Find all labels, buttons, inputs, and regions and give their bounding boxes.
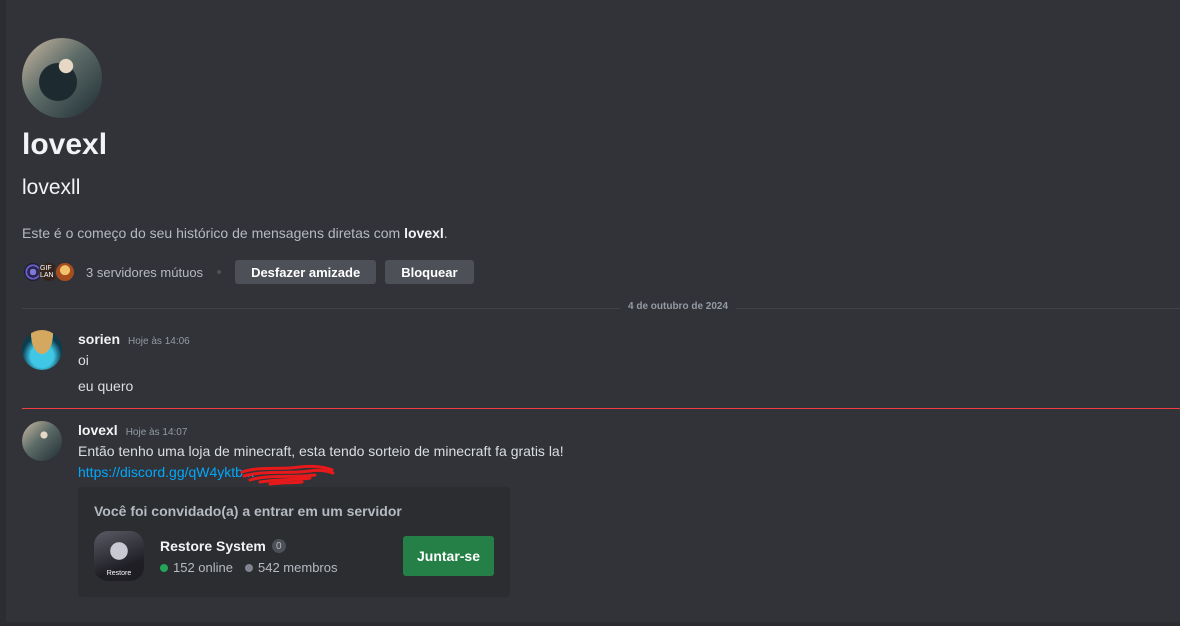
- redaction-scribble: [240, 464, 335, 486]
- avatar[interactable]: [22, 330, 62, 370]
- intro-suffix: .: [443, 225, 448, 241]
- separator-dot: [217, 270, 222, 274]
- server-invite-card: Você foi convidado(a) a entrar em um ser…: [78, 487, 510, 597]
- server-icon-text: Restore: [106, 570, 132, 577]
- message-author[interactable]: lovexl: [78, 422, 118, 438]
- message-header: sorien Hoje às 14:06: [78, 331, 190, 347]
- server-name-row: Restore System 0: [160, 538, 286, 554]
- message-author[interactable]: sorien: [78, 331, 120, 347]
- date-divider-label: 4 de outubro de 2024: [620, 301, 737, 312]
- online-count: 152 online: [173, 560, 233, 575]
- block-button[interactable]: Bloquear: [385, 260, 474, 284]
- date-divider-line: [22, 308, 1180, 309]
- message-timestamp: Hoje às 14:06: [128, 336, 190, 347]
- online-dot-icon: [160, 563, 168, 572]
- server-character-icon[interactable]: [54, 261, 76, 283]
- mutual-servers-row: GIF LAN 3 servidores mútuos Desfazer ami…: [22, 260, 483, 284]
- message-timestamp: Hoje às 14:07: [125, 427, 188, 438]
- message-text: eu quero: [78, 378, 134, 394]
- invite-link[interactable]: https://discord.gg/qW4yktb...: [78, 464, 255, 480]
- mutual-servers-link[interactable]: 3 servidores mútuos: [86, 265, 203, 280]
- dm-intro-text: Este é o começo do seu histórico de mens…: [22, 225, 448, 241]
- sidebar-edge: [0, 0, 6, 626]
- invite-header: Você foi convidado(a) a entrar em um ser…: [94, 503, 402, 519]
- avatar[interactable]: [22, 421, 62, 461]
- message-text: oi: [78, 352, 89, 368]
- server-name[interactable]: Restore System: [160, 538, 266, 554]
- join-server-button[interactable]: Juntar-se: [403, 536, 494, 576]
- profile-username: lovexll: [22, 176, 81, 199]
- unfriend-button[interactable]: Desfazer amizade: [235, 260, 377, 284]
- intro-prefix: Este é o começo do seu histórico de mens…: [22, 225, 405, 241]
- new-messages-divider: [22, 408, 1180, 409]
- intro-name: lovexl: [404, 225, 444, 241]
- message-text: Então tenho uma loja de minecraft, esta …: [78, 443, 564, 459]
- profile-display-name: lovexl: [22, 128, 108, 161]
- server-icon[interactable]: Restore: [94, 531, 144, 581]
- bottom-edge: [0, 622, 1180, 626]
- message-header: lovexl Hoje às 14:07: [78, 422, 187, 438]
- profile-avatar[interactable]: [22, 38, 102, 118]
- member-count: 542 membros: [258, 560, 338, 575]
- server-stats: 152 online 542 membros: [160, 560, 337, 575]
- badge-icon: 0: [271, 539, 286, 553]
- members-dot-icon: [245, 563, 253, 572]
